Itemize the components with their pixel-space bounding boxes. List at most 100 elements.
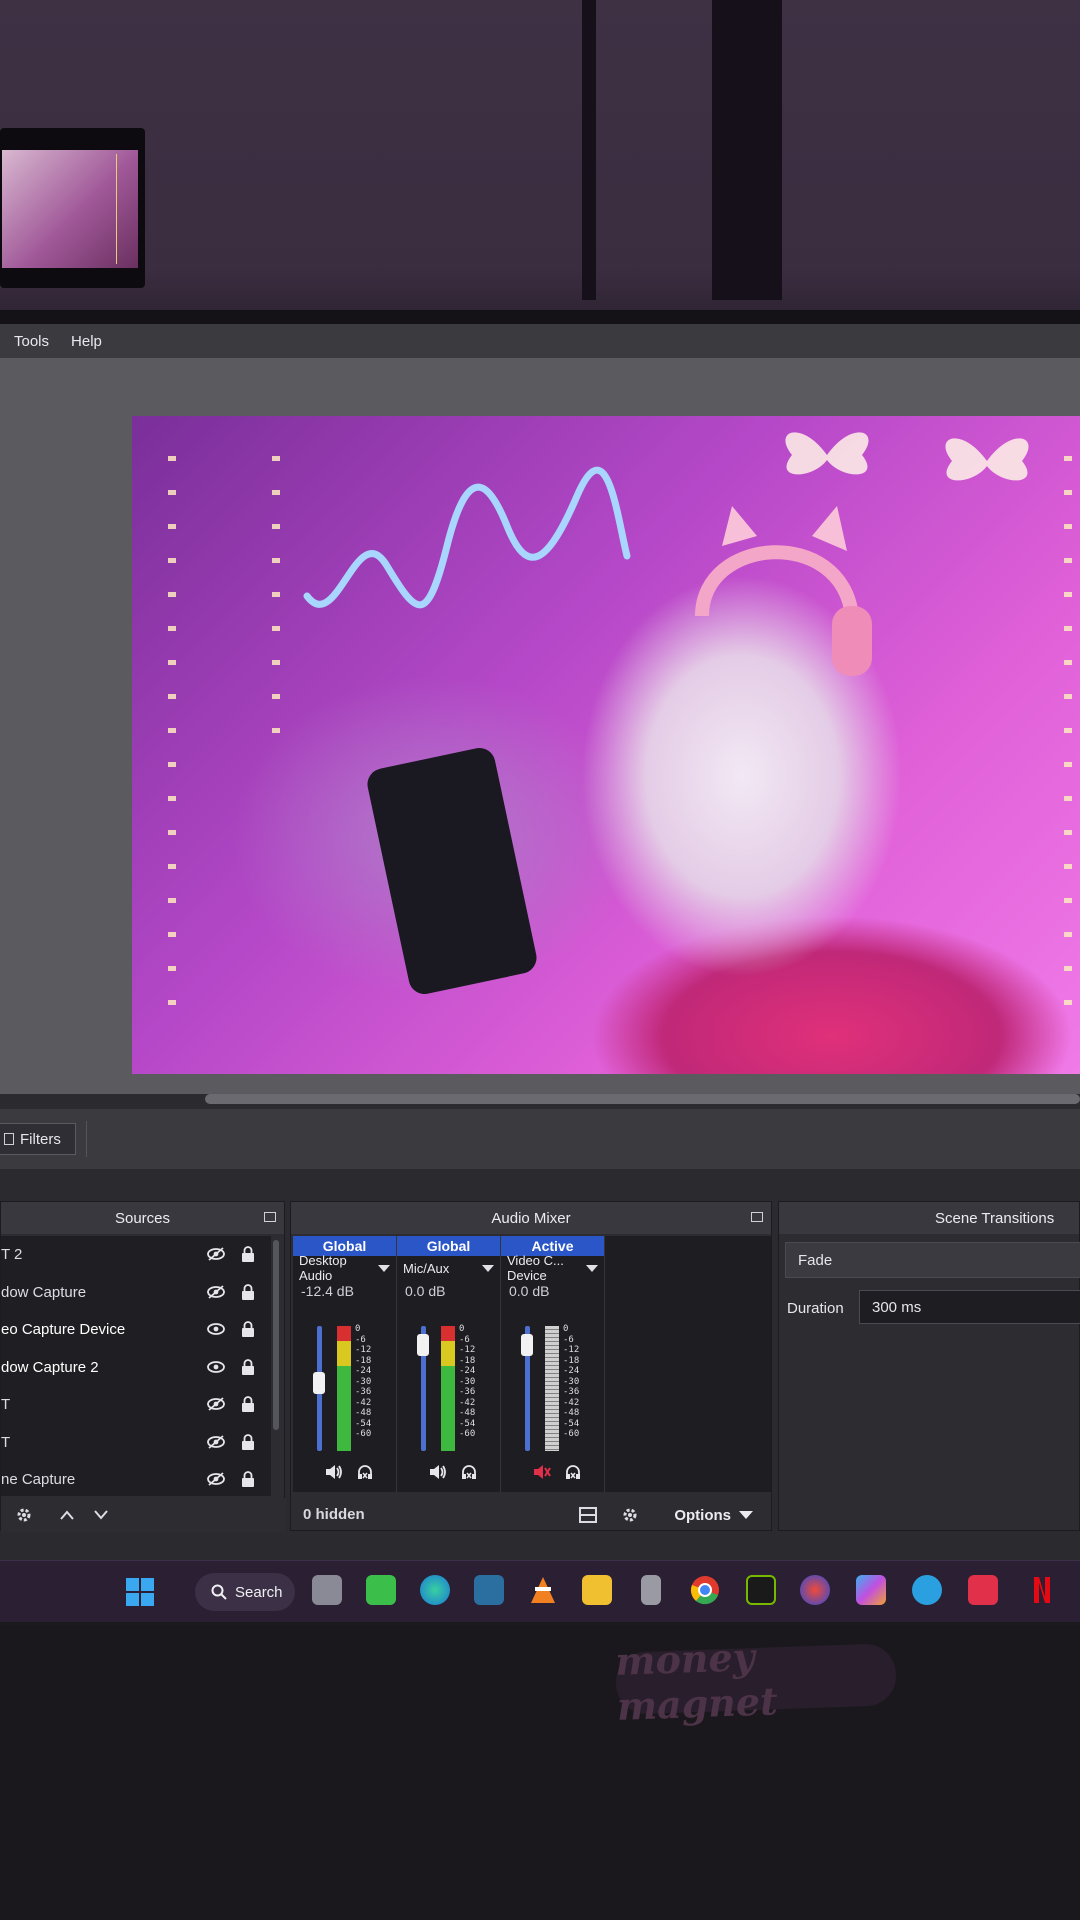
eye-hidden-icon[interactable] — [207, 1284, 225, 1299]
source-label: dow Capture 2 — [1, 1358, 99, 1376]
tiktok-icon[interactable] — [968, 1575, 998, 1605]
fairy-lights — [1064, 456, 1072, 1016]
scale-tick: -60 — [459, 1429, 476, 1439]
options-button[interactable]: Options — [666, 1502, 761, 1528]
gear-icon[interactable] — [15, 1506, 33, 1524]
spreadsheet-icon[interactable] — [366, 1575, 396, 1605]
mixer-settings-icon[interactable] — [621, 1506, 639, 1524]
scale-tick: -6 — [355, 1334, 366, 1345]
menu-item-help[interactable]: Help — [71, 333, 102, 350]
scale-tick: -24 — [563, 1366, 580, 1376]
taskbar-search[interactable]: Search — [195, 1573, 295, 1611]
duration-input[interactable]: 300 ms — [859, 1290, 1080, 1324]
telegram-icon[interactable] — [912, 1575, 942, 1605]
wall-post — [582, 0, 596, 300]
mixer-footer: 0 hidden Options — [291, 1498, 773, 1532]
lock-icon[interactable] — [241, 1358, 255, 1375]
speaker-icon[interactable] — [429, 1464, 447, 1480]
source-toolbar: Filters — [0, 1109, 1080, 1169]
headphones-monitor-off-icon[interactable] — [565, 1464, 581, 1480]
microphone-icon[interactable] — [641, 1575, 661, 1605]
channel-name: Mic/Aux — [403, 1260, 450, 1276]
move-up-icon[interactable] — [59, 1509, 75, 1521]
sources-scrollbar[interactable] — [273, 1240, 279, 1430]
source-row[interactable]: T — [1, 1386, 271, 1424]
fader-knob[interactable] — [417, 1334, 429, 1357]
eye-hidden-icon[interactable] — [207, 1397, 225, 1411]
copilot-icon[interactable] — [856, 1575, 886, 1605]
preview-area — [0, 358, 1080, 1094]
move-down-icon[interactable] — [93, 1509, 109, 1521]
lock-icon[interactable] — [241, 1321, 255, 1337]
scale-tick: -24 — [355, 1366, 372, 1376]
installer-icon[interactable] — [474, 1575, 504, 1605]
scale-tick: -48 — [563, 1408, 580, 1418]
edge-icon[interactable] — [420, 1575, 450, 1605]
source-row[interactable]: T 2 — [1, 1236, 271, 1274]
source-row[interactable]: T — [1, 1424, 271, 1462]
eye-icon[interactable] — [207, 1360, 225, 1374]
file-manager-icon[interactable] — [312, 1575, 342, 1605]
app-icon[interactable] — [800, 1575, 830, 1605]
transition-select[interactable]: Fade — [785, 1242, 1080, 1278]
scale-tick: -12 — [563, 1345, 580, 1355]
source-row[interactable]: eo Capture Device — [1, 1311, 271, 1349]
channel-scope: Global — [397, 1236, 500, 1256]
channel-name-dropdown[interactable]: Desktop Audio — [293, 1253, 396, 1283]
meter-scale: 0 -6 -12 -18 -24 -30 -36 -42 -48 -54 -60 — [355, 1324, 371, 1440]
headphones-monitor-off-icon[interactable] — [461, 1464, 477, 1480]
undock-icon[interactable] — [751, 1212, 763, 1222]
sources-dock: Sources T 2 dow Capture eo Capture Device d… — [0, 1201, 286, 1532]
eye-hidden-icon[interactable] — [207, 1434, 225, 1449]
desk — [0, 1625, 1080, 1920]
preview-scrollbar[interactable] — [205, 1094, 1080, 1104]
lock-icon[interactable] — [241, 1246, 255, 1262]
lock-icon[interactable] — [241, 1396, 255, 1412]
filters-label: Filters — [20, 1130, 61, 1148]
scale-tick: -42 — [563, 1397, 580, 1408]
search-icon — [211, 1584, 227, 1600]
lock-icon[interactable] — [241, 1433, 255, 1450]
source-row[interactable]: dow Capture — [1, 1274, 271, 1312]
source-label: eo Capture Device — [1, 1321, 126, 1339]
layout-toggle-icon[interactable] — [579, 1507, 597, 1523]
chrome-icon[interactable] — [690, 1575, 720, 1605]
filters-button[interactable]: Filters — [0, 1123, 76, 1155]
source-row[interactable]: dow Capture 2 — [1, 1349, 271, 1387]
hidden-count: 0 hidden — [303, 1506, 365, 1523]
level-meter — [337, 1326, 351, 1451]
lock-icon[interactable] — [241, 1471, 255, 1487]
channel-name-dropdown[interactable]: Video C... Device — [501, 1253, 604, 1283]
source-label: ne Capture — [1, 1471, 76, 1489]
lock-icon[interactable] — [241, 1283, 255, 1300]
fader-knob[interactable] — [313, 1372, 325, 1395]
speaker-muted-icon[interactable] — [533, 1464, 551, 1480]
level-meter — [441, 1326, 455, 1451]
scale-tick: -30 — [563, 1376, 580, 1387]
scale-tick: -30 — [355, 1376, 372, 1387]
eye-hidden-icon[interactable] — [207, 1247, 225, 1261]
eye-icon[interactable] — [207, 1322, 225, 1336]
channel-name-dropdown[interactable]: Mic/Aux — [397, 1256, 500, 1280]
fader-knob[interactable] — [521, 1334, 533, 1357]
meter-scale: 0 -6 -12 -18 -24 -30 -36 -42 -48 -54 -60 — [459, 1324, 475, 1440]
folder-icon[interactable] — [582, 1575, 612, 1605]
windows-start-icon[interactable] — [125, 1577, 155, 1607]
toolbar-divider — [86, 1121, 87, 1157]
scale-tick: -42 — [355, 1397, 372, 1408]
speaker-icon[interactable] — [325, 1464, 343, 1480]
netflix-icon[interactable] — [1032, 1575, 1052, 1605]
duration-label: Duration — [787, 1300, 844, 1317]
source-row[interactable]: ne Capture — [1, 1461, 271, 1499]
headphones-monitor-off-icon[interactable] — [357, 1464, 373, 1480]
channel-controls — [533, 1464, 581, 1480]
menu-bar: Tools Help — [0, 324, 1080, 358]
nvidia-icon[interactable] — [746, 1575, 776, 1605]
vlc-icon[interactable] — [528, 1575, 558, 1605]
stream-preview[interactable] — [132, 416, 1080, 1074]
undock-icon[interactable] — [264, 1212, 276, 1222]
menu-item-tools[interactable]: Tools — [14, 333, 49, 350]
scale-tick: -24 — [459, 1366, 476, 1376]
eye-hidden-icon[interactable] — [207, 1472, 225, 1486]
level-meter — [545, 1326, 559, 1451]
